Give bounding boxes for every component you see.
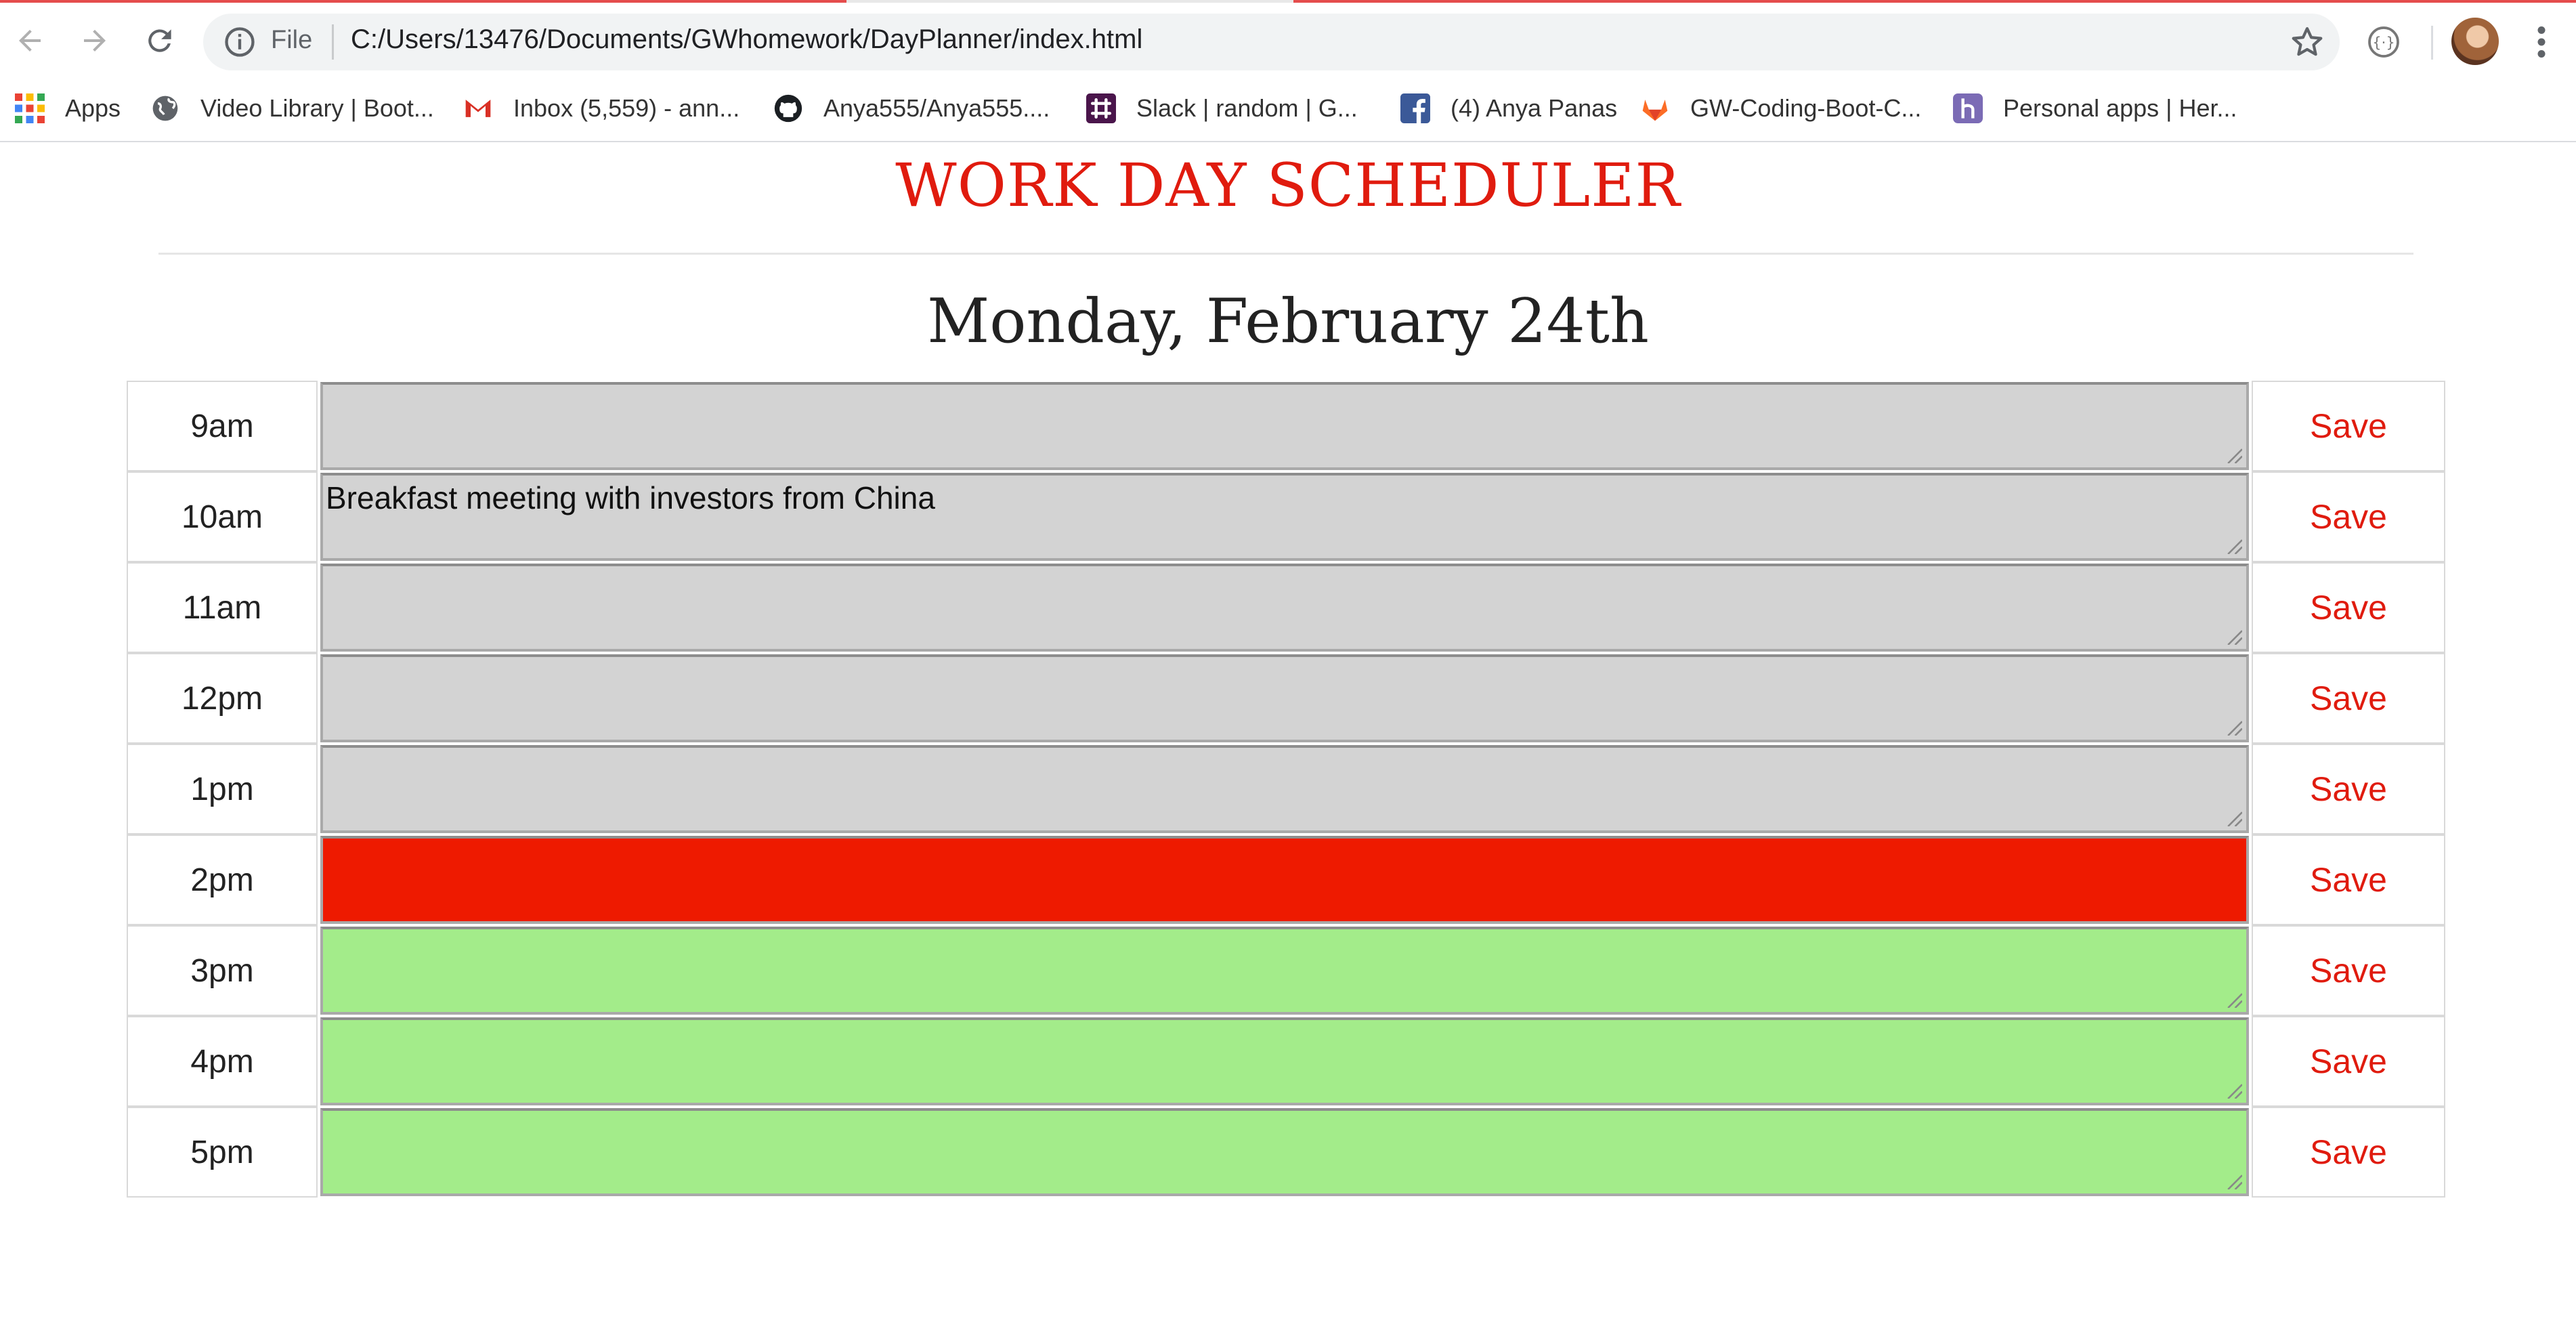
time-block-row: 1pm Save [127, 744, 2445, 834]
page-title: WORK DAY SCHEDULER [895, 150, 1681, 220]
hour-label: 11am [127, 562, 318, 653]
task-textarea[interactable] [320, 564, 2249, 652]
menu-icon[interactable] [2531, 22, 2552, 62]
hour-label: 5pm [127, 1107, 318, 1198]
bookmarks-bar: Apps Video Library | Boot... Inbox (5,55… [0, 76, 2576, 142]
hour-label: 2pm [127, 834, 318, 925]
hour-label: 12pm [127, 653, 318, 744]
url-text[interactable]: C:/Users/13476/Documents/GWhomework/DayP… [351, 24, 1142, 55]
task-textarea[interactable] [320, 1108, 2249, 1196]
save-button[interactable]: Save [2252, 381, 2445, 471]
hour-label: 10am [127, 471, 318, 562]
reload-icon[interactable] [139, 20, 180, 61]
hour-label: 3pm [127, 925, 318, 1016]
bookmark-label: Anya555/Anya555.... [823, 94, 1050, 122]
time-block-row: 4pm Save [127, 1016, 2445, 1107]
bookmark-label: Apps [65, 94, 121, 122]
bookmark-label: Slack | random | G... [1136, 94, 1358, 122]
save-button[interactable]: Save [2252, 562, 2445, 653]
bookmark-label: Personal apps | Her... [2003, 94, 2237, 122]
task-textarea[interactable] [320, 745, 2249, 833]
save-button[interactable]: Save [2252, 1107, 2445, 1198]
profile-avatar[interactable] [2451, 18, 2499, 65]
bookmark-label: GW-Coding-Boot-C... [1690, 94, 1922, 122]
save-button[interactable]: Save [2252, 1016, 2445, 1107]
info-icon[interactable] [222, 24, 257, 60]
save-button[interactable]: Save [2252, 744, 2445, 834]
globe-icon [150, 93, 180, 123]
extension-icon[interactable]: {·} [2365, 23, 2403, 61]
bookmark-gitlab[interactable]: GW-Coding-Boot-C... [1640, 88, 1921, 129]
resize-grip-icon [2227, 630, 2242, 645]
task-text: Breakfast meeting with investors from Ch… [326, 480, 935, 515]
bookmark-label: (4) Anya Panas [1451, 94, 1618, 122]
toolbar-separator [2431, 26, 2433, 60]
task-textarea[interactable] [320, 382, 2249, 470]
bookmark-video-library[interactable]: Video Library | Boot... [150, 88, 434, 129]
resize-grip-icon [2227, 721, 2242, 736]
page-content: WORK DAY SCHEDULER Monday, February 24th… [0, 142, 2576, 1333]
time-block-row: 5pm Save [127, 1107, 2445, 1198]
slack-icon [1086, 93, 1116, 123]
gmail-icon [463, 93, 493, 123]
hour-label: 9am [127, 381, 318, 471]
bookmark-github[interactable]: Anya555/Anya555.... [773, 88, 1050, 129]
task-textarea[interactable] [320, 927, 2249, 1015]
resize-grip-icon [2227, 1084, 2242, 1099]
facebook-icon [1400, 93, 1430, 123]
bookmark-facebook[interactable]: (4) Anya Panas [1400, 88, 1617, 129]
bookmark-label: Video Library | Boot... [200, 94, 434, 122]
hour-label: 4pm [127, 1016, 318, 1107]
resize-grip-icon [2227, 539, 2242, 554]
save-button[interactable]: Save [2252, 834, 2445, 925]
file-scheme-label: File [271, 26, 313, 54]
task-textarea[interactable] [320, 836, 2249, 924]
save-button[interactable]: Save [2252, 925, 2445, 1016]
time-block-row: 10am Breakfast meeting with investors fr… [127, 471, 2445, 562]
header-divider [158, 253, 2413, 255]
heroku-icon [1953, 93, 1983, 123]
time-block-row: 9am Save [127, 381, 2445, 471]
save-button[interactable]: Save [2252, 471, 2445, 562]
browser-toolbar: File C:/Users/13476/Documents/GWhomework… [0, 3, 2576, 76]
bookmark-label: Inbox (5,559) - ann... [513, 94, 740, 122]
omnibox-separator [332, 24, 334, 60]
task-textarea[interactable]: Breakfast meeting with investors from Ch… [320, 473, 2249, 561]
resize-grip-icon [2227, 811, 2242, 826]
save-button[interactable]: Save [2252, 653, 2445, 744]
time-block-row: 2pm Save [127, 834, 2445, 925]
current-date: Monday, February 24th [927, 286, 1649, 357]
bookmark-heroku[interactable]: Personal apps | Her... [1953, 88, 2237, 129]
bookmark-gmail[interactable]: Inbox (5,559) - ann... [463, 88, 739, 129]
bookmark-slack[interactable]: Slack | random | G... [1086, 88, 1358, 129]
github-icon [773, 93, 803, 123]
bookmark-apps[interactable]: Apps [15, 88, 121, 129]
svg-text:{·}: {·} [2372, 35, 2395, 51]
time-block-row: 3pm Save [127, 925, 2445, 1016]
forward-icon[interactable] [74, 20, 115, 61]
hour-label: 1pm [127, 744, 318, 834]
resize-grip-icon [2227, 1175, 2242, 1189]
back-icon[interactable] [9, 20, 50, 61]
time-block-row: 12pm Save [127, 653, 2445, 744]
task-textarea[interactable] [320, 1017, 2249, 1105]
address-bar[interactable]: File C:/Users/13476/Documents/GWhomework… [203, 14, 2340, 70]
schedule-grid: 9am Save 10am Breakfast meeting with inv… [127, 381, 2445, 1198]
star-icon[interactable] [2288, 23, 2326, 61]
task-textarea[interactable] [320, 654, 2249, 742]
resize-grip-icon [2227, 993, 2242, 1008]
gitlab-icon [1640, 93, 1670, 123]
resize-grip-icon [2227, 448, 2242, 463]
time-block-row: 11am Save [127, 562, 2445, 653]
apps-grid-icon [15, 93, 45, 123]
